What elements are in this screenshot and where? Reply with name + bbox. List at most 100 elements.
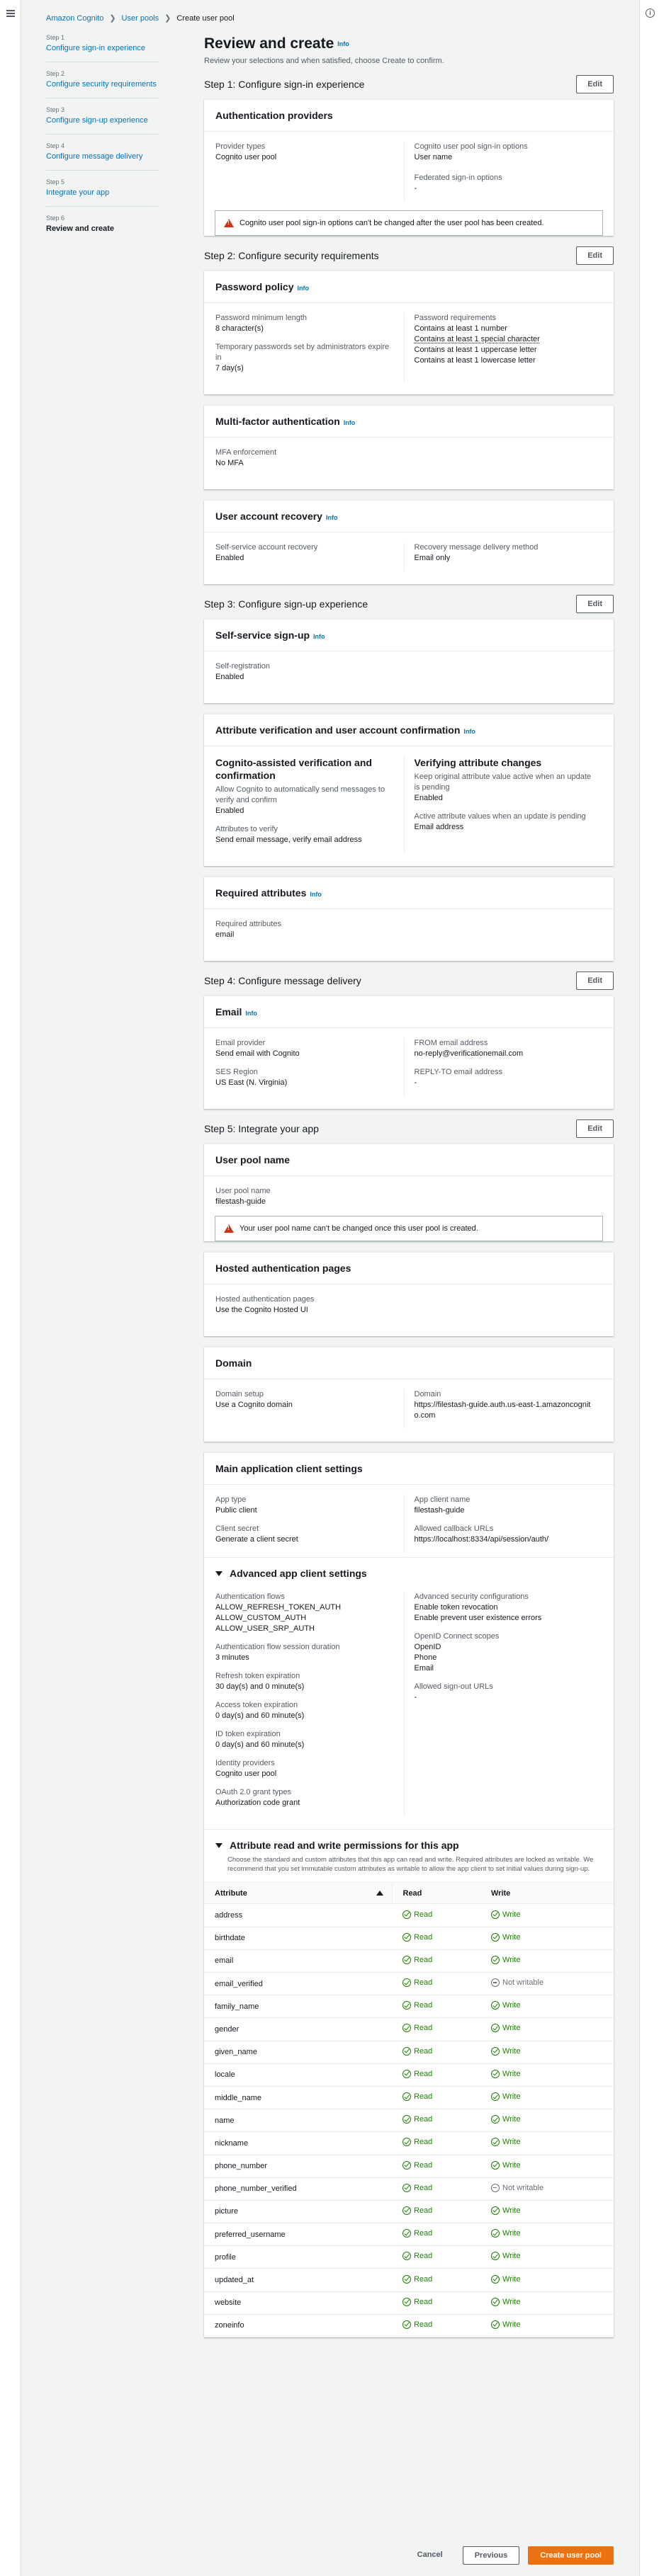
create-user-pool-button[interactable]: Create user pool [528,2546,614,2565]
attribute-name: family_name [204,1995,392,2019]
breadcrumb-user-pools[interactable]: User pools [122,14,159,23]
field-label: Provider types [215,142,266,152]
left-navigation-rail [0,0,21,2576]
check-circle-icon [491,1910,500,1919]
attribute-name: given_name [204,2041,392,2064]
field-label: Federated sign-in options [414,173,502,183]
edit-step5-button[interactable]: Edit [576,1119,614,1139]
write-status: Write [502,2229,521,2238]
read-cell: Read [392,2017,480,2041]
card-title: Multi-factor authentication Info [204,406,614,438]
field-label: Recovery message delivery method [414,543,539,552]
field-value: Send email with Cognito [215,1049,300,1059]
attribute-name: website [204,2291,392,2315]
step-link-message[interactable]: Configure message delivery [46,152,159,162]
check-circle-icon [491,2320,500,2329]
write-cell: Write [480,2223,614,2247]
read-status: Read [414,1932,433,1942]
attribute-name: zoneinfo [204,2314,392,2338]
field-value: Phone [414,1653,437,1663]
read-status: Read [414,2183,433,2192]
table-row: preferred_username Read Write [204,2223,614,2247]
field-value: Email address [414,823,464,832]
step-number: Step 5 [46,178,65,186]
step-link-sign-in[interactable]: Configure sign-in experience [46,43,159,54]
edit-step1-button[interactable]: Edit [576,75,614,94]
step-link-integrate[interactable]: Integrate your app [46,188,159,198]
field-label: MFA enforcement [215,448,277,457]
info-link[interactable]: Info [313,633,325,640]
field-label: Allow Cognito to automatically send mess… [215,785,385,805]
check-circle-icon [491,2160,500,2170]
step-current-review: Review and create [46,224,114,233]
warning-alert: Cognito user pool sign-in options can't … [215,210,603,236]
field-label: Refresh token expiration [215,1672,300,1681]
previous-button[interactable]: Previous [462,2546,520,2565]
chevron-right-icon: ❯ [109,14,116,23]
field-value: filestash-guide [414,1506,465,1515]
field-label: Identity providers [215,1759,275,1768]
step3-heading: Step 3: Configure sign-up experience [204,598,368,610]
info-link[interactable]: Info [310,891,322,898]
attribute-name: gender [204,2017,392,2041]
write-cell: Write [480,2314,614,2338]
field-value: Contains at least 1 number [414,324,507,334]
step-link-sign-up[interactable]: Configure sign-up experience [46,115,159,126]
edit-step4-button[interactable]: Edit [576,971,614,991]
domain-card: Domain Domain setup Use a Cognito domain … [204,1347,614,1442]
breadcrumb-amazon-cognito[interactable]: Amazon Cognito [46,14,103,23]
check-circle-icon [491,2252,500,2261]
write-status: Write [502,2160,521,2170]
field-value: - [414,184,417,193]
step-link-security[interactable]: Configure security requirements [46,79,159,90]
write-cell: Write [480,2041,614,2064]
field-label: Domain setup [215,1390,264,1399]
check-circle-icon [402,2320,411,2329]
section-subheading: Verifying attribute changes [414,757,542,769]
write-status: Not writable [502,2183,544,2192]
table-row: profile Read Write [204,2245,614,2269]
write-status: Write [502,2069,521,2078]
info-link[interactable]: Info [344,419,356,426]
info-link[interactable]: Info [337,40,349,47]
check-circle-icon [491,2138,500,2147]
field-label: Self-service account recovery [215,543,318,552]
section-description: Choose the standard and custom attribute… [227,1856,594,1874]
write-status: Write [502,2024,521,2033]
read-cell: Read [392,1927,480,1950]
write-cell: Write [480,2086,614,2110]
info-icon[interactable]: i [646,8,655,18]
info-link[interactable]: Info [463,728,475,735]
column-header-attribute[interactable]: Attribute [204,1882,393,1905]
write-status: Write [502,2206,521,2215]
info-link[interactable]: Info [245,1010,257,1017]
mfa-card: Multi-factor authentication Info MFA enfo… [204,405,614,490]
write-cell: Write [480,1927,614,1950]
attribute-permissions-table: Attribute Read Write address Read Write bir… [204,1882,614,2338]
chevron-right-icon: ❯ [164,14,171,23]
write-status: Write [502,2138,521,2147]
field-value: 3 minutes [215,1653,249,1663]
field-label: Email provider [215,1039,266,1048]
info-link[interactable]: Info [297,285,309,292]
table-row: locale Read Write [204,2063,614,2087]
edit-step2-button[interactable]: Edit [576,246,614,266]
menu-icon[interactable] [6,10,15,17]
card-title: Self-service sign-up Info [204,620,614,652]
hosted-auth-pages-card: Hosted authentication pages Hosted authe… [204,1252,614,1337]
write-status: Write [502,2092,521,2102]
warning-icon [224,219,234,228]
field-value: Enabled [414,794,443,803]
write-status: Write [502,2252,521,2261]
write-status: Write [502,2297,521,2306]
card-title: Required attributes Info [204,877,614,910]
required-attributes-card: Required attributes Info Required attribu… [204,877,614,962]
cancel-button[interactable]: Cancel [406,2546,454,2565]
advanced-settings-toggle[interactable]: Advanced app client settings [204,1557,614,1589]
read-status: Read [414,2297,433,2306]
edit-step3-button[interactable]: Edit [576,595,614,614]
info-link[interactable]: Info [326,514,338,521]
field-label: REPLY-TO email address [414,1068,503,1077]
field-label: Attributes to verify [215,825,278,834]
read-cell: Read [392,2314,480,2338]
